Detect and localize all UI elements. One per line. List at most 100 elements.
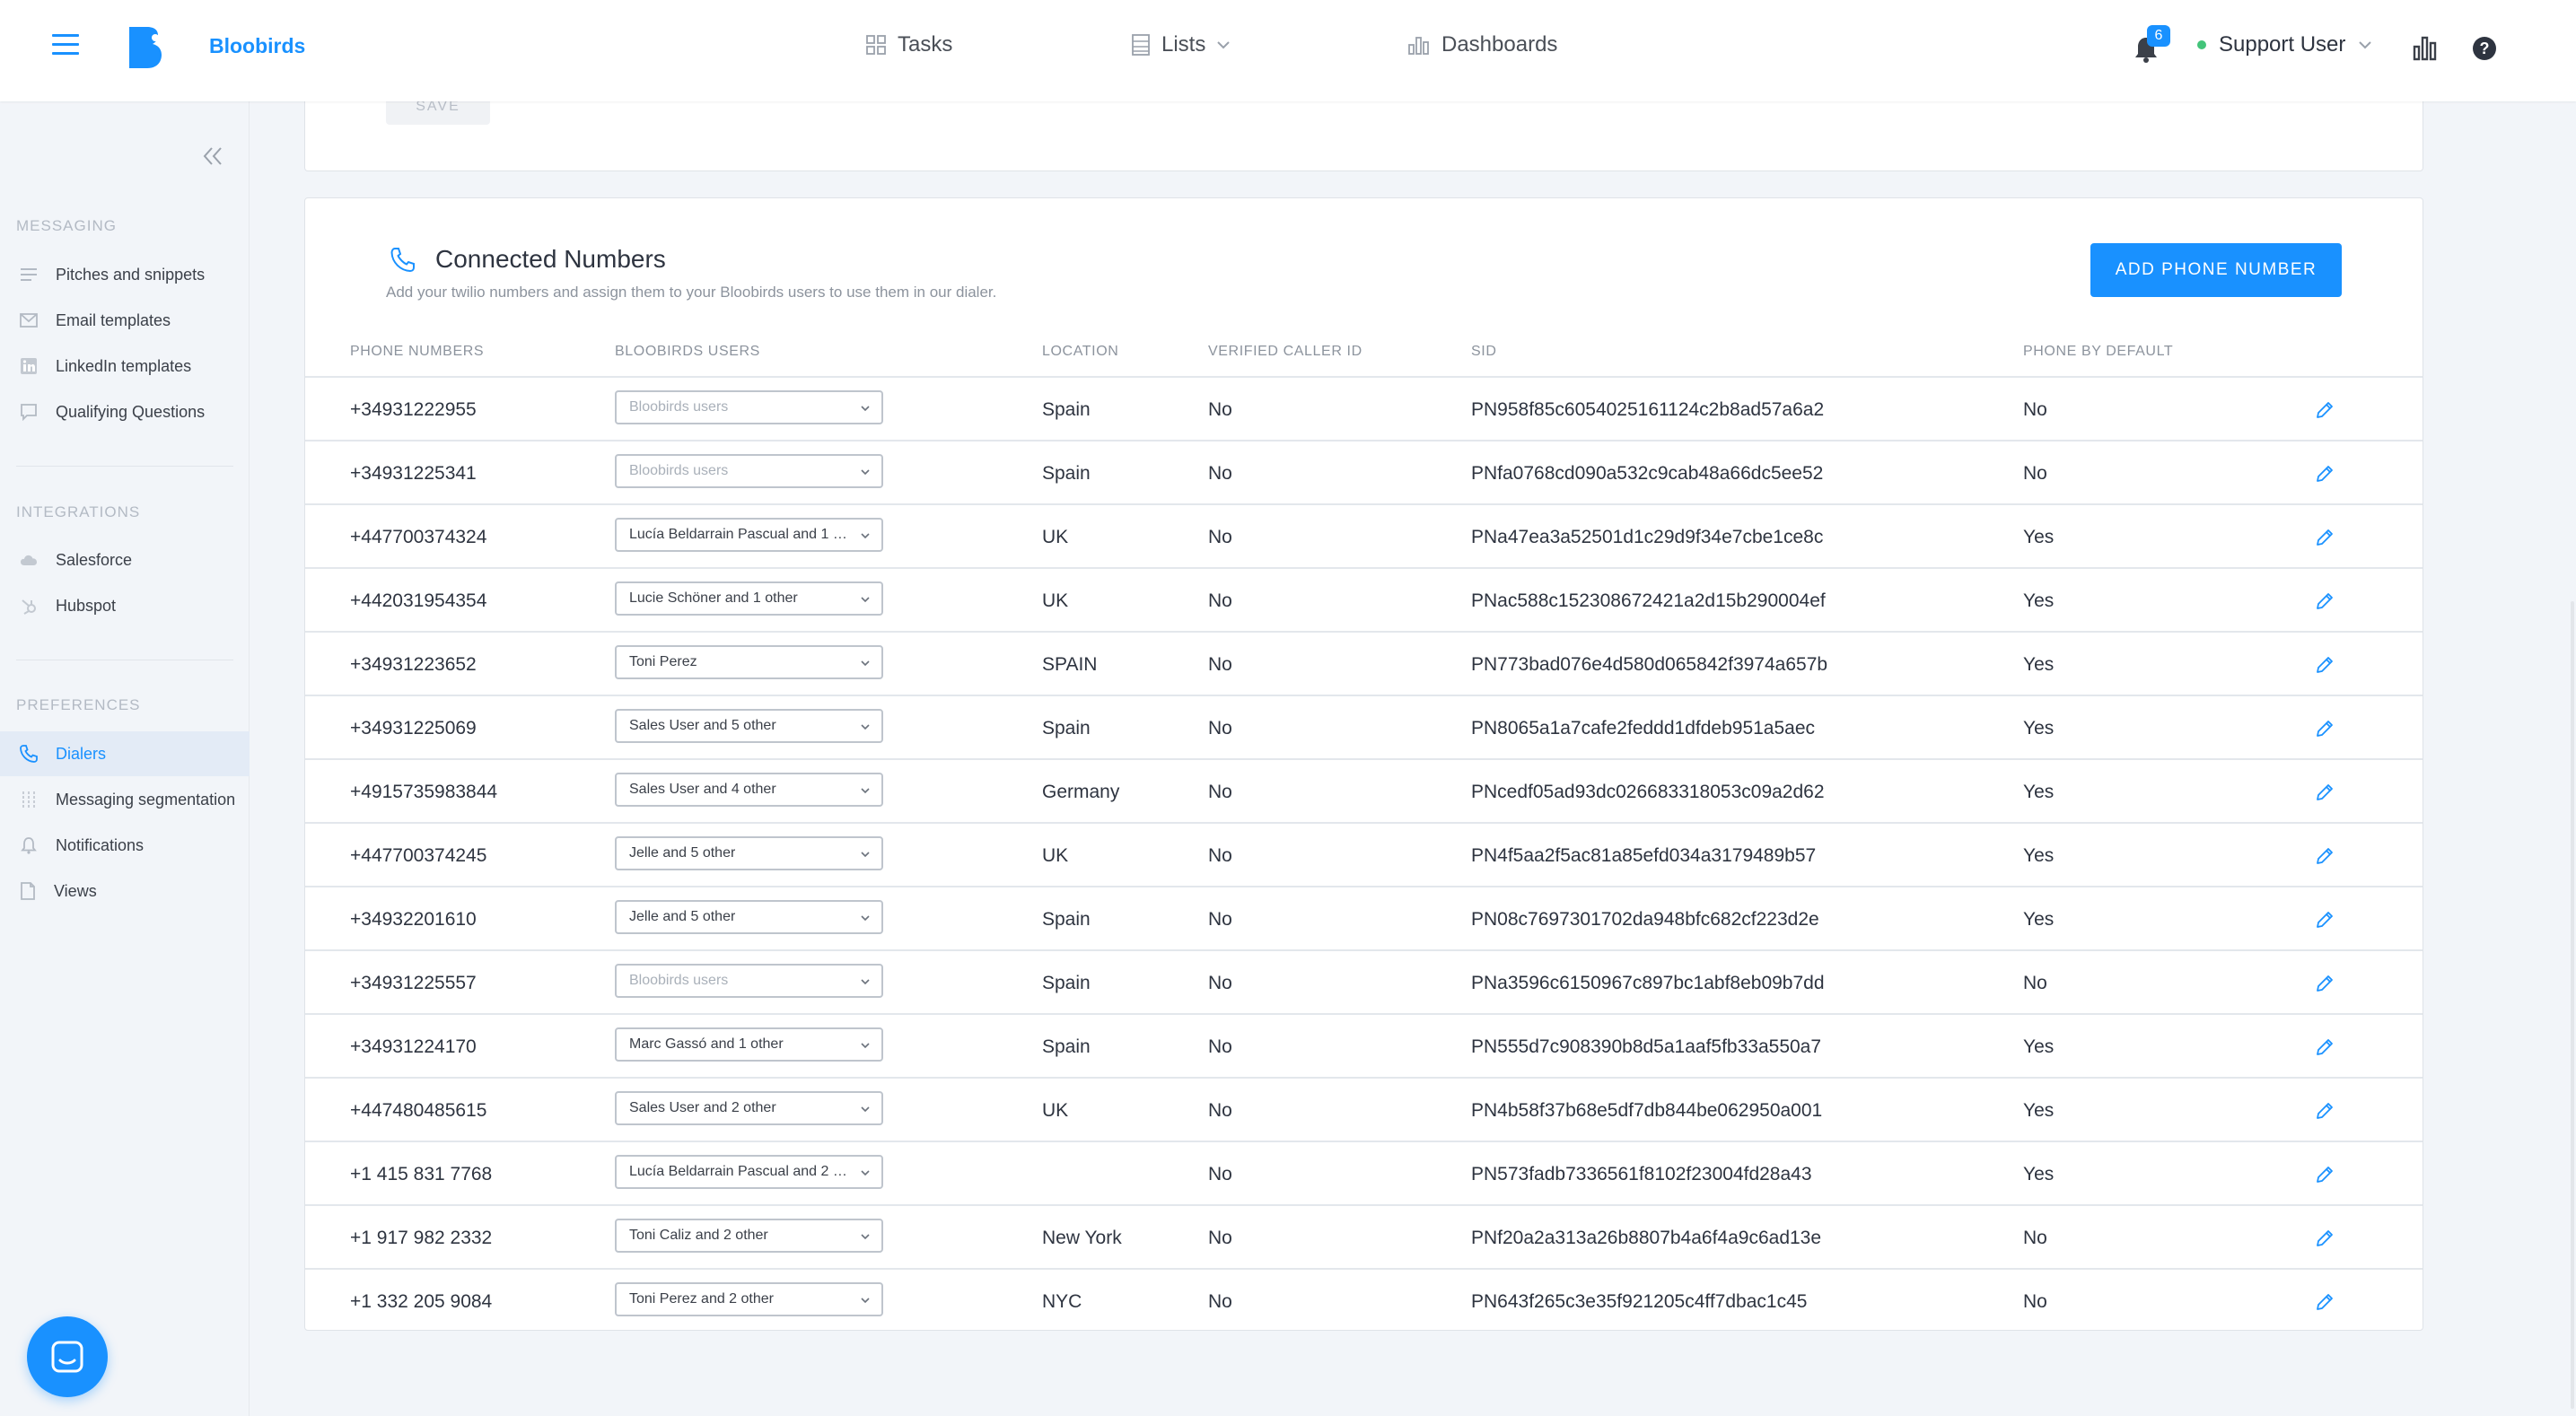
chevron-down-icon [861, 724, 870, 730]
phone-by-default: No [2023, 972, 2047, 993]
sid: PNa47ea3a52501d1c29d9f34e7cbe1ce8c [1471, 526, 1824, 547]
nav-lists[interactable]: Lists [1131, 32, 1231, 57]
users-select[interactable]: Lucía Beldarrain Pascual and 1 other [615, 518, 883, 552]
sidebar-item-qualifying-questions[interactable]: Qualifying Questions [0, 389, 250, 434]
users-select-value: Lucía Beldarrain Pascual and 2 other [629, 1164, 849, 1179]
edit-pencil-icon[interactable] [2313, 590, 2336, 613]
chat-bubble-icon [51, 1341, 83, 1373]
verified-caller-id: No [1208, 844, 1232, 866]
edit-pencil-icon[interactable] [2313, 844, 2336, 868]
double-chevron-left-icon[interactable] [201, 144, 224, 168]
users-select-value: Toni Perez [629, 654, 697, 669]
analytics-bars-icon[interactable] [2411, 34, 2440, 63]
column-header-bloobirds-users: BLOOBIRDS USERS [615, 344, 760, 359]
user-name: Support User [2219, 32, 2346, 57]
phone-by-default: No [2023, 398, 2047, 420]
edit-pencil-icon[interactable] [2313, 908, 2336, 931]
edit-pencil-icon[interactable] [2313, 1036, 2336, 1059]
verified-caller-id: No [1208, 462, 1232, 484]
sidebar-item-hubspot[interactable]: Hubspot [0, 583, 250, 628]
sidebar-item-email-templates[interactable]: Email templates [0, 298, 250, 343]
sidebar-item-messaging-segmentation[interactable]: Messaging segmentation [0, 777, 250, 822]
sidebar-item-linkedin-templates[interactable]: LinkedIn templates [0, 344, 250, 389]
chevron-down-icon [861, 1234, 870, 1240]
table-row: +447700374324 Lucía Beldarrain Pascual a… [305, 503, 2423, 567]
edit-pencil-icon[interactable] [2313, 462, 2336, 485]
phone-number: +34931225341 [350, 462, 477, 484]
sidebar-item-pitches[interactable]: Pitches and snippets [0, 252, 250, 297]
users-select[interactable]: Marc Gassó and 1 other [615, 1027, 883, 1062]
edit-pencil-icon[interactable] [2313, 1099, 2336, 1123]
users-select[interactable]: Jelle and 5 other [615, 836, 883, 870]
verified-caller-id: No [1208, 717, 1232, 739]
edit-pencil-icon[interactable] [2313, 717, 2336, 740]
sidebar-item-salesforce[interactable]: Salesforce [0, 538, 250, 582]
users-select[interactable]: Toni Perez and 2 other [615, 1282, 883, 1316]
nav-tasks[interactable]: Tasks [865, 32, 952, 57]
sidebar-item-label: Hubspot [56, 596, 117, 615]
bloobirds-logo-icon[interactable] [126, 25, 163, 70]
hamburger-menu-icon[interactable] [52, 34, 79, 61]
sidebar-section-integrations: INTEGRATIONS [16, 503, 141, 520]
users-select-value: Sales User and 4 other [629, 782, 776, 797]
bell-icon [21, 837, 37, 854]
phone-by-default: Yes [2023, 1036, 2055, 1057]
verified-caller-id: No [1208, 398, 1232, 420]
users-select-value: Jelle and 5 other [629, 845, 736, 861]
add-phone-number-button[interactable]: ADD PHONE NUMBER [2090, 243, 2342, 297]
users-select[interactable]: Bloobirds users [615, 454, 883, 488]
table-row: +34931223652 Toni Perez SPAIN No PN773ba… [305, 631, 2423, 695]
users-select[interactable]: Bloobirds users [615, 390, 883, 424]
phone-by-default: Yes [2023, 717, 2055, 739]
users-select-value: Sales User and 5 other [629, 718, 776, 733]
phone-number: +1 415 831 7768 [350, 1163, 493, 1184]
edit-pencil-icon[interactable] [2313, 526, 2336, 549]
location: Spain [1042, 462, 1091, 484]
users-select[interactable]: Jelle and 5 other [615, 900, 883, 934]
edit-pencil-icon[interactable] [2313, 1227, 2336, 1250]
phone-by-default: No [2023, 1227, 2047, 1248]
help-icon[interactable]: ? [2470, 34, 2499, 63]
chat-widget-button[interactable] [27, 1316, 108, 1397]
nav-dashboards[interactable]: Dashboards [1407, 32, 1557, 57]
phone-by-default: Yes [2023, 1163, 2055, 1184]
card-subtitle: Add your twilio numbers and assign them … [386, 284, 997, 301]
verified-caller-id: No [1208, 908, 1232, 930]
users-select[interactable]: Toni Caliz and 2 other [615, 1219, 883, 1253]
notifications-badge[interactable]: 6 [2147, 25, 2170, 47]
brand-name[interactable]: Bloobirds [209, 34, 305, 58]
users-select[interactable]: Sales User and 5 other [615, 709, 883, 743]
sidebar-item-label: Salesforce [56, 550, 133, 569]
sidebar-item-notifications[interactable]: Notifications [0, 823, 250, 868]
sidebar-item-views[interactable]: Views [0, 869, 250, 913]
users-select[interactable]: Bloobirds users [615, 964, 883, 998]
edit-pencil-icon[interactable] [2313, 1163, 2336, 1186]
column-header-phone-numbers: PHONE NUMBERS [350, 344, 485, 359]
edit-pencil-icon[interactable] [2313, 653, 2336, 677]
phone-by-default: No [2023, 462, 2047, 484]
sidebar-section-preferences: PREFERENCES [16, 696, 141, 713]
table-row: +34931224170 Marc Gassó and 1 other Spai… [305, 1013, 2423, 1077]
edit-pencil-icon[interactable] [2313, 781, 2336, 804]
users-select-value: Jelle and 5 other [629, 909, 736, 924]
edit-pencil-icon[interactable] [2313, 972, 2336, 995]
location: UK [1042, 844, 1069, 866]
users-select[interactable]: Lucie Schöner and 1 other [615, 581, 883, 616]
verified-caller-id: No [1208, 1099, 1232, 1121]
sidebar-item-dialers[interactable]: Dialers [0, 731, 250, 776]
phone-number: +34931222955 [350, 398, 477, 420]
edit-pencil-icon[interactable] [2313, 398, 2336, 422]
verified-caller-id: No [1208, 526, 1232, 547]
edit-pencil-icon[interactable] [2313, 1290, 2336, 1314]
user-menu[interactable]: Support User [2197, 32, 2372, 57]
page-scrollbar[interactable] [2571, 601, 2574, 1409]
verified-caller-id: No [1208, 653, 1232, 675]
users-select[interactable]: Lucía Beldarrain Pascual and 2 other [615, 1155, 883, 1189]
users-select[interactable]: Sales User and 4 other [615, 773, 883, 807]
phone-number: +447480485615 [350, 1099, 487, 1121]
users-select[interactable]: Toni Perez [615, 645, 883, 679]
sidebar-item-label: Notifications [56, 835, 145, 854]
chevron-down-icon [861, 852, 870, 858]
users-select[interactable]: Sales User and 2 other [615, 1091, 883, 1125]
save-button[interactable]: SAVE [386, 101, 490, 125]
